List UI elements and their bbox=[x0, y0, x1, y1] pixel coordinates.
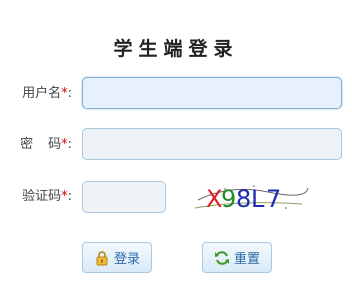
lock-icon bbox=[96, 250, 108, 265]
captcha-field[interactable] bbox=[82, 181, 166, 213]
username-label-text: 用户名 bbox=[22, 86, 62, 101]
password-field[interactable] bbox=[82, 128, 342, 160]
captcha-label: 验证码*: bbox=[0, 188, 72, 206]
username-field[interactable] bbox=[82, 77, 342, 109]
reset-button[interactable]: 重置 bbox=[202, 242, 272, 273]
label-colon: : bbox=[67, 137, 72, 152]
reset-button-label: 重置 bbox=[233, 252, 260, 267]
captcha-label-text: 验证码 bbox=[22, 189, 62, 204]
captcha-text: X98L7 bbox=[206, 185, 281, 213]
refresh-icon bbox=[214, 250, 229, 265]
label-colon: : bbox=[67, 86, 72, 101]
password-label-part2: 码 bbox=[48, 137, 62, 152]
login-button-label: 登录 bbox=[113, 252, 140, 267]
captcha-noise-dot bbox=[285, 207, 287, 209]
captcha-image[interactable]: X98L7 bbox=[190, 180, 310, 216]
password-label-part1: 密 bbox=[20, 137, 34, 152]
captcha-svg: X98L7 bbox=[194, 185, 309, 213]
username-label: 用户名*: bbox=[0, 85, 72, 103]
password-label: 密码*: bbox=[0, 136, 72, 154]
login-button[interactable]: 登录 bbox=[82, 242, 152, 273]
label-colon: : bbox=[67, 189, 72, 204]
page-title: 学生端登录 bbox=[113, 38, 239, 60]
